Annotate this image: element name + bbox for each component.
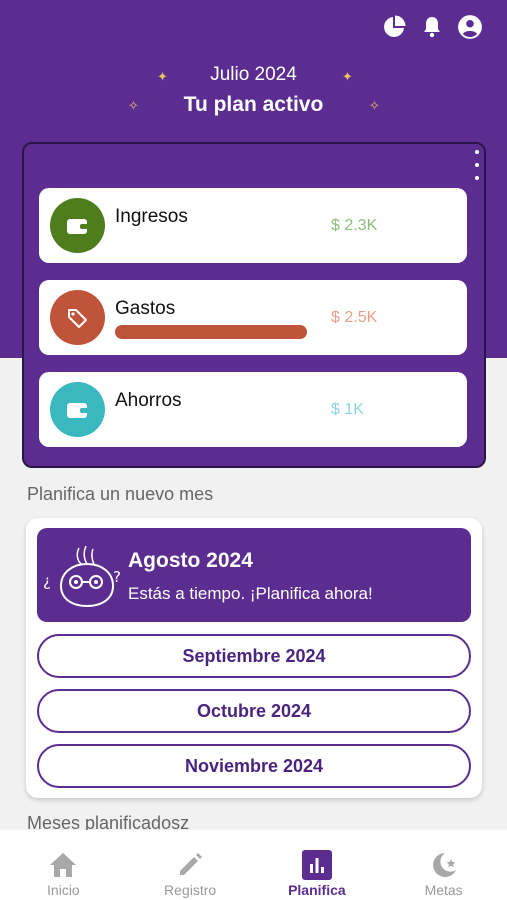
category-row-ahorros[interactable]: Ahorros $ 1K	[39, 372, 467, 447]
nav-item-planifica[interactable]: Planifica	[254, 830, 381, 900]
featured-month-subtitle: Estás a tiempo. ¡Planifica ahora!	[128, 584, 373, 603]
nav-item-registro[interactable]: Registro	[127, 830, 254, 900]
nav-label: Inicio	[47, 882, 80, 898]
nav-label: Planifica	[288, 882, 346, 898]
page-title: Tu plan activo	[183, 93, 324, 116]
section-title-new-month: Planifica un nuevo mes	[27, 484, 214, 504]
bar-chart-icon	[301, 849, 333, 881]
more-options-icon[interactable]	[471, 150, 483, 180]
svg-text:¿: ¿	[43, 572, 51, 590]
mascot-icon: ¿ ?	[43, 545, 121, 608]
account-icon[interactable]	[457, 14, 483, 40]
wallet-icon	[50, 382, 105, 437]
month-button-septiembre[interactable]: Septiembre 2024	[37, 634, 471, 678]
nav-label: Registro	[164, 882, 217, 898]
nav-item-inicio[interactable]: Inicio	[0, 830, 127, 900]
tags-icon	[50, 290, 105, 345]
category-amount: $ 1K	[331, 401, 364, 418]
spending-progress-bar	[115, 325, 307, 339]
pencil-icon	[174, 849, 206, 881]
nav-label: Metas	[424, 882, 463, 898]
home-icon	[47, 849, 79, 881]
category-label: Ingresos	[115, 206, 188, 227]
category-row-gastos[interactable]: Gastos $ 2.5K	[39, 280, 467, 355]
bell-icon[interactable]	[419, 14, 445, 40]
moon-star-icon	[428, 849, 460, 881]
svg-text:?: ?	[113, 568, 121, 586]
pie-chart-icon[interactable]	[381, 14, 407, 40]
month-button-octubre[interactable]: Octubre 2024	[37, 689, 471, 733]
category-amount: $ 2.3K	[331, 217, 378, 234]
wallet-icon	[50, 198, 105, 253]
category-row-ingresos[interactable]: Ingresos $ 2.3K	[39, 188, 467, 263]
featured-month-title: Agosto 2024	[128, 549, 253, 572]
nav-item-metas[interactable]: Metas	[380, 830, 507, 900]
month-button-noviembre[interactable]: Noviembre 2024	[37, 744, 471, 788]
category-label: Ahorros	[115, 390, 182, 411]
featured-month-button[interactable]: ¿ ? Agosto 2024 Estás a tiempo. ¡Planifi…	[37, 528, 471, 622]
category-label: Gastos	[115, 298, 176, 319]
current-month: Julio 2024	[210, 64, 297, 85]
top-actions	[381, 14, 483, 40]
bottom-navigation: Inicio Registro Planifica Metas	[0, 830, 507, 900]
category-amount: $ 2.5K	[331, 309, 378, 326]
